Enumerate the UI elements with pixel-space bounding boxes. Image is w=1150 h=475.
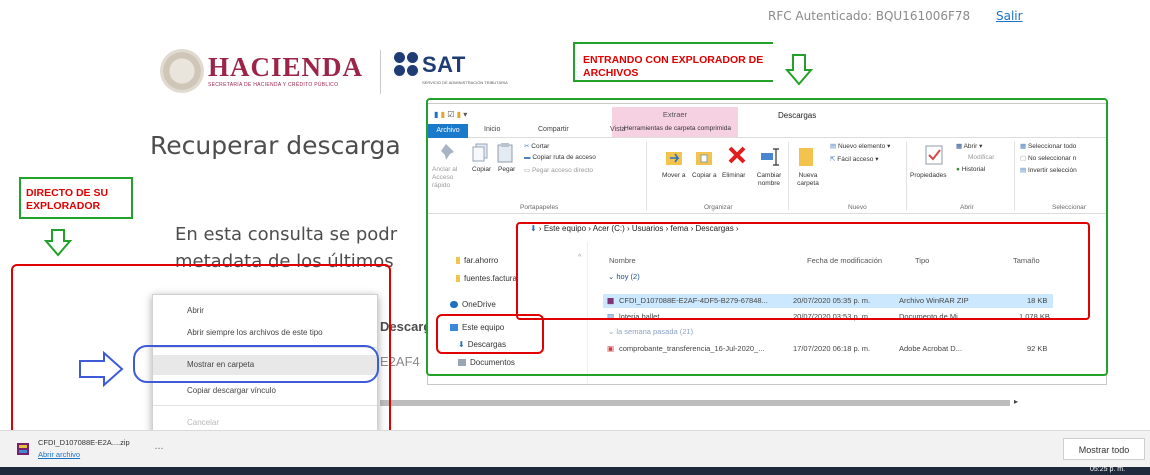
download-more-button[interactable]: ... [150,441,168,457]
scrollbar-thumb[interactable] [380,400,1010,406]
sat-logo-subtitle: SERVICIO DE ADMINISTRACIÓN TRIBUTARIA [422,80,508,85]
horizontal-scrollbar[interactable] [380,400,1020,406]
hacienda-logo-subtitle: SECRETARÍA DE HACIENDA Y CRÉDITO PÚBLICO [208,82,339,88]
logout-link[interactable]: Salir [996,9,1023,23]
download-file-name: CFDI_D107088E-E2A....zip [38,438,130,447]
annotation-explorer-label-box [573,42,773,82]
rfc-authenticated-text: RFC Autenticado: BQU161006F78 [768,9,971,23]
open-file-link[interactable]: Abrir archivo [38,450,80,459]
download-bar [0,430,1150,467]
annotation-browser-label-box [19,177,133,219]
hacienda-logo-text: HACIENDA [208,52,364,82]
page-title: Recuperar descarga [150,131,401,160]
windows-taskbar [0,467,1150,475]
annotation-arrow-down-icon [785,54,813,86]
description-line-1: En esta consulta se podr [175,224,398,245]
annotation-arrow-down-icon-2 [44,229,72,257]
show-all-downloads-button[interactable]: Mostrar todo [1063,438,1145,460]
annotation-path-highlight-box [516,222,1090,320]
annotation-descargas-highlight-box [436,314,544,354]
annotation-show-in-folder-box [133,345,379,383]
taskbar-clock: 05:25 p. m. [1090,466,1126,473]
logo-divider [380,50,381,94]
hacienda-seal-logo [160,49,204,93]
sat-logo-icon [394,52,420,78]
zip-file-icon [17,443,29,455]
scroll-right-arrow-icon[interactable]: ▸ [1014,397,1018,406]
sat-logo-text: SAT [422,52,466,77]
